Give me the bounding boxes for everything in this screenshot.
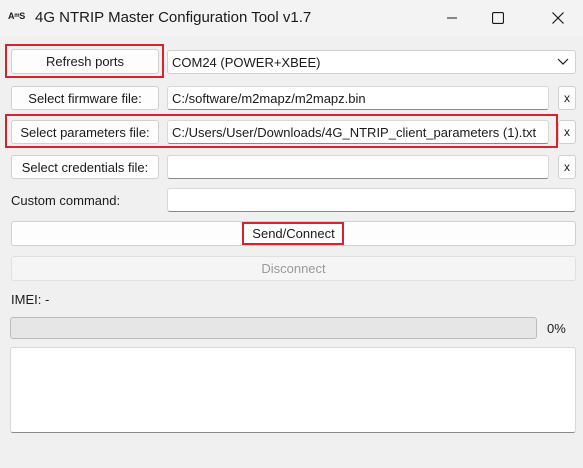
credentials-path-field[interactable]: [167, 155, 549, 179]
port-select[interactable]: COM24 (POWER+XBEE): [167, 50, 576, 74]
refresh-ports-button[interactable]: Refresh ports: [11, 49, 159, 74]
select-credentials-button[interactable]: Select credentials file:: [11, 155, 159, 179]
send-connect-label: Send/Connect: [252, 226, 335, 241]
app-logo: AmS: [8, 11, 25, 21]
window-title: 4G NTRIP Master Configuration Tool v1.7: [35, 9, 312, 26]
custom-command-input[interactable]: [167, 188, 576, 212]
close-button[interactable]: [535, 0, 581, 36]
clear-firmware-button[interactable]: x: [558, 86, 576, 110]
port-select-value: COM24 (POWER+XBEE): [172, 54, 321, 70]
close-icon: [552, 12, 564, 24]
imei-label: IMEI: -: [11, 292, 50, 307]
clear-credentials-button[interactable]: x: [558, 155, 576, 179]
clear-parameters-button[interactable]: x: [558, 120, 576, 144]
firmware-path-field[interactable]: C:/software/m2mapz/m2mapz.bin: [167, 86, 549, 110]
progress-bar: [10, 317, 537, 339]
log-output[interactable]: [10, 347, 576, 433]
send-connect-button[interactable]: Send/Connect: [11, 221, 576, 246]
maximize-icon: [492, 12, 504, 24]
select-parameters-button[interactable]: Select parameters file:: [11, 120, 159, 144]
maximize-button[interactable]: [475, 0, 521, 36]
progress-percent: 0%: [547, 321, 566, 336]
custom-command-label: Custom command:: [11, 193, 121, 208]
select-firmware-button[interactable]: Select firmware file:: [11, 86, 159, 110]
minimize-button[interactable]: [429, 0, 475, 36]
minimize-icon: [447, 17, 457, 19]
parameters-path-field[interactable]: C:/Users/User/Downloads/4G_NTRIP_client_…: [167, 120, 549, 144]
disconnect-button[interactable]: Disconnect: [11, 256, 576, 281]
chevron-down-icon: [557, 58, 569, 65]
